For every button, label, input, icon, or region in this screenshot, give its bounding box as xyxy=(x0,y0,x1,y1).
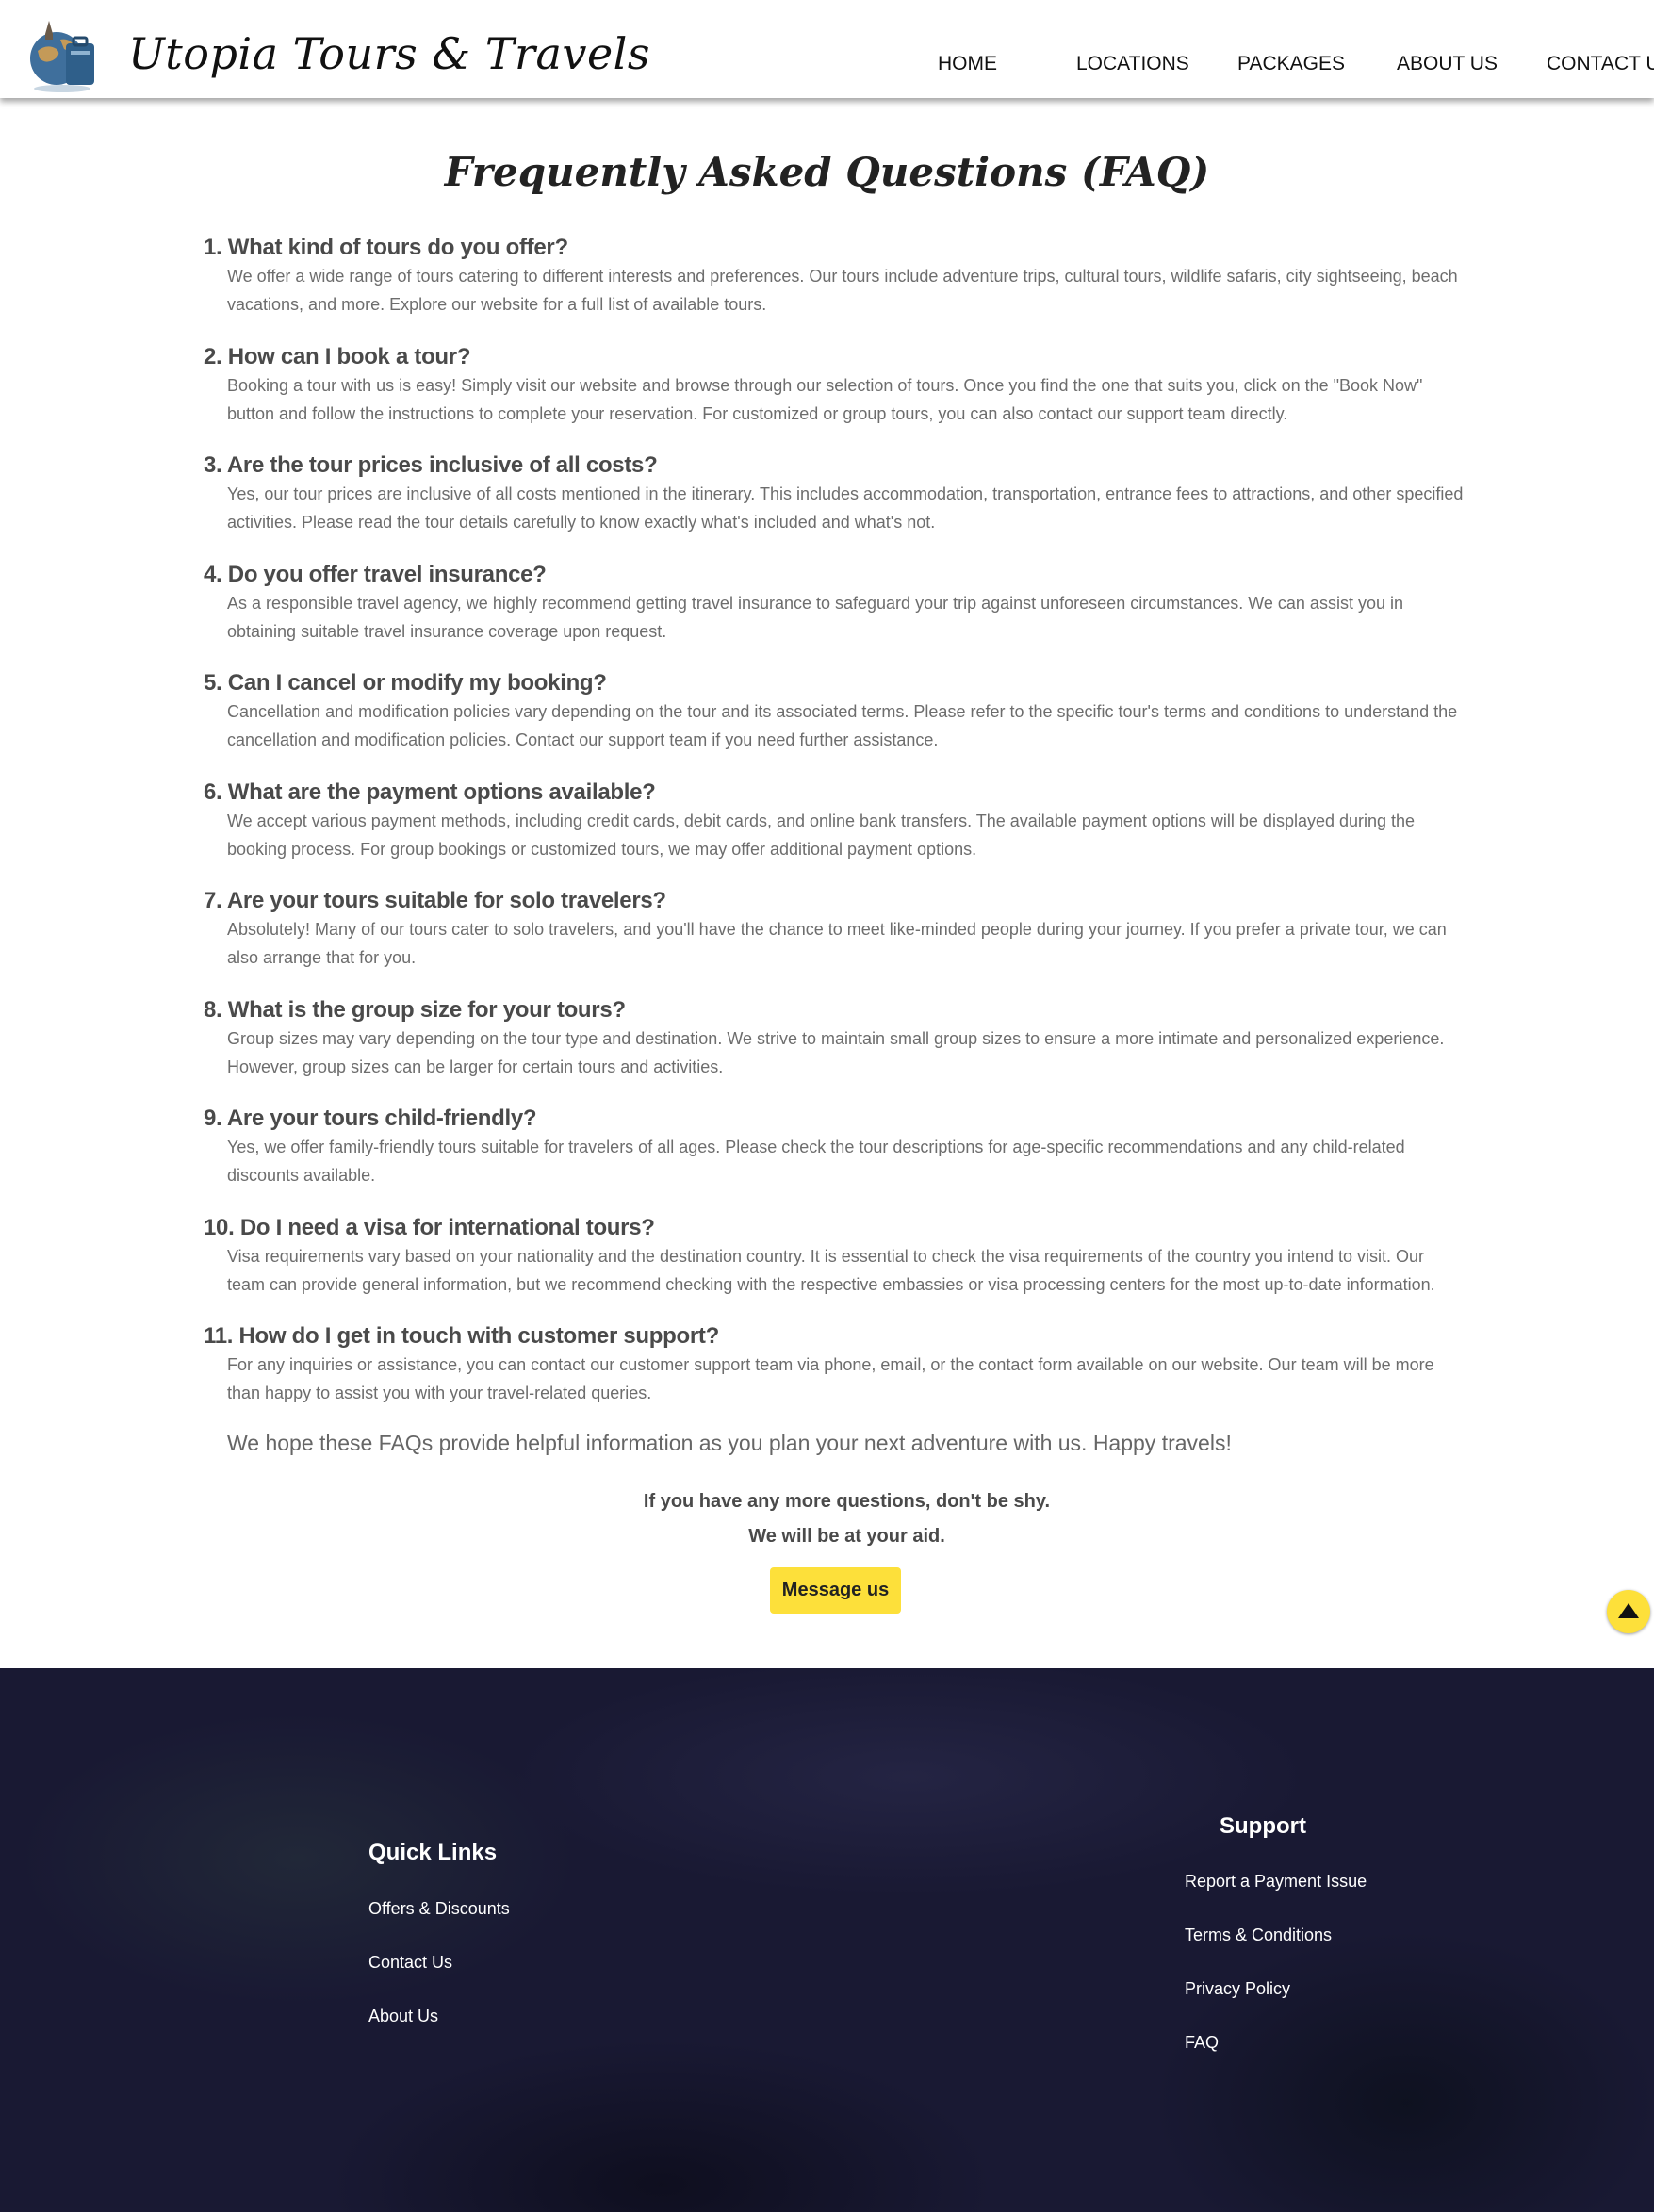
faq-answer: Group sizes may vary depending on the to… xyxy=(227,1029,1445,1076)
faq-question: 11. How do I get in touch with customer … xyxy=(204,1323,719,1349)
nav-about-us[interactable]: ABOUT US xyxy=(1397,53,1498,75)
footer-link-offers[interactable]: Offers & Discounts xyxy=(368,1899,510,1919)
faq-answer: Cancellation and modification policies v… xyxy=(227,702,1458,749)
faq-question: 5. Can I cancel or modify my booking? xyxy=(204,670,607,696)
faq-answer: Yes, our tour prices are inclusive of al… xyxy=(227,484,1464,532)
faq-question: 8. What is the group size for your tours… xyxy=(204,997,626,1023)
faq-answer: As a responsible travel agency, we highl… xyxy=(227,594,1403,641)
faq-answer: We accept various payment methods, inclu… xyxy=(227,811,1416,859)
faq-answer: Yes, we offer family-friendly tours suit… xyxy=(227,1138,1405,1185)
footer-link-contact-us[interactable]: Contact Us xyxy=(368,1953,452,1973)
brand-name[interactable]: Utopia Tours & Travels xyxy=(128,28,650,79)
faq-answer: For any inquiries or assistance, you can… xyxy=(227,1355,1434,1402)
faq-answer: Absolutely! Many of our tours cater to s… xyxy=(227,920,1447,967)
nav-locations[interactable]: LOCATIONS xyxy=(1076,53,1189,75)
faq-question: 6. What are the payment options availabl… xyxy=(204,779,656,805)
cta-line-2: We will be at your aid. xyxy=(748,1526,945,1547)
footer-link-privacy[interactable]: Privacy Policy xyxy=(1185,1979,1290,1999)
page-title: Frequently Asked Questions (FAQ) xyxy=(444,149,1210,195)
nav-packages[interactable]: PACKAGES xyxy=(1237,53,1345,75)
site-footer: Quick Links Offers & Discounts Contact U… xyxy=(0,1668,1654,2212)
nav-contact-us[interactable]: CONTACT US xyxy=(1547,53,1654,75)
faq-question: 7. Are your tours suitable for solo trav… xyxy=(204,888,666,913)
message-us-button[interactable]: Message us xyxy=(770,1567,901,1614)
site-header: Utopia Tours & Travels HOME LOCATIONS PA… xyxy=(0,0,1654,98)
faq-question: 3. Are the tour prices inclusive of all … xyxy=(204,452,658,478)
scroll-to-top-button[interactable] xyxy=(1607,1590,1650,1633)
arrow-up-icon xyxy=(1618,1603,1639,1618)
cta-line-1: If you have any more questions, don't be… xyxy=(643,1491,1051,1512)
logo-icon[interactable] xyxy=(25,15,104,94)
faq-question: 1. What kind of tours do you offer? xyxy=(204,235,568,260)
faq-answer: Visa requirements vary based on your nat… xyxy=(227,1247,1435,1294)
footer-link-terms[interactable]: Terms & Conditions xyxy=(1185,1925,1332,1945)
closing-message: We hope these FAQs provide helpful infor… xyxy=(227,1431,1232,1455)
quick-links-heading: Quick Links xyxy=(368,1840,498,1865)
faq-question: 9. Are your tours child-friendly? xyxy=(204,1106,537,1131)
faq-answer: Booking a tour with us is easy! Simply v… xyxy=(227,376,1423,423)
support-heading: Support xyxy=(1220,1813,1306,1839)
faq-question: 4. Do you offer travel insurance? xyxy=(204,562,547,587)
footer-link-about-us[interactable]: About Us xyxy=(368,2007,438,2026)
faq-answer: We offer a wide range of tours catering … xyxy=(227,267,1458,314)
faq-question: 2. How can I book a tour? xyxy=(204,344,471,369)
faq-question: 10. Do I need a visa for international t… xyxy=(204,1215,655,1240)
nav-home[interactable]: HOME xyxy=(938,53,997,75)
footer-link-faq[interactable]: FAQ xyxy=(1185,2033,1219,2053)
footer-link-payment-issue[interactable]: Report a Payment Issue xyxy=(1185,1872,1367,1892)
